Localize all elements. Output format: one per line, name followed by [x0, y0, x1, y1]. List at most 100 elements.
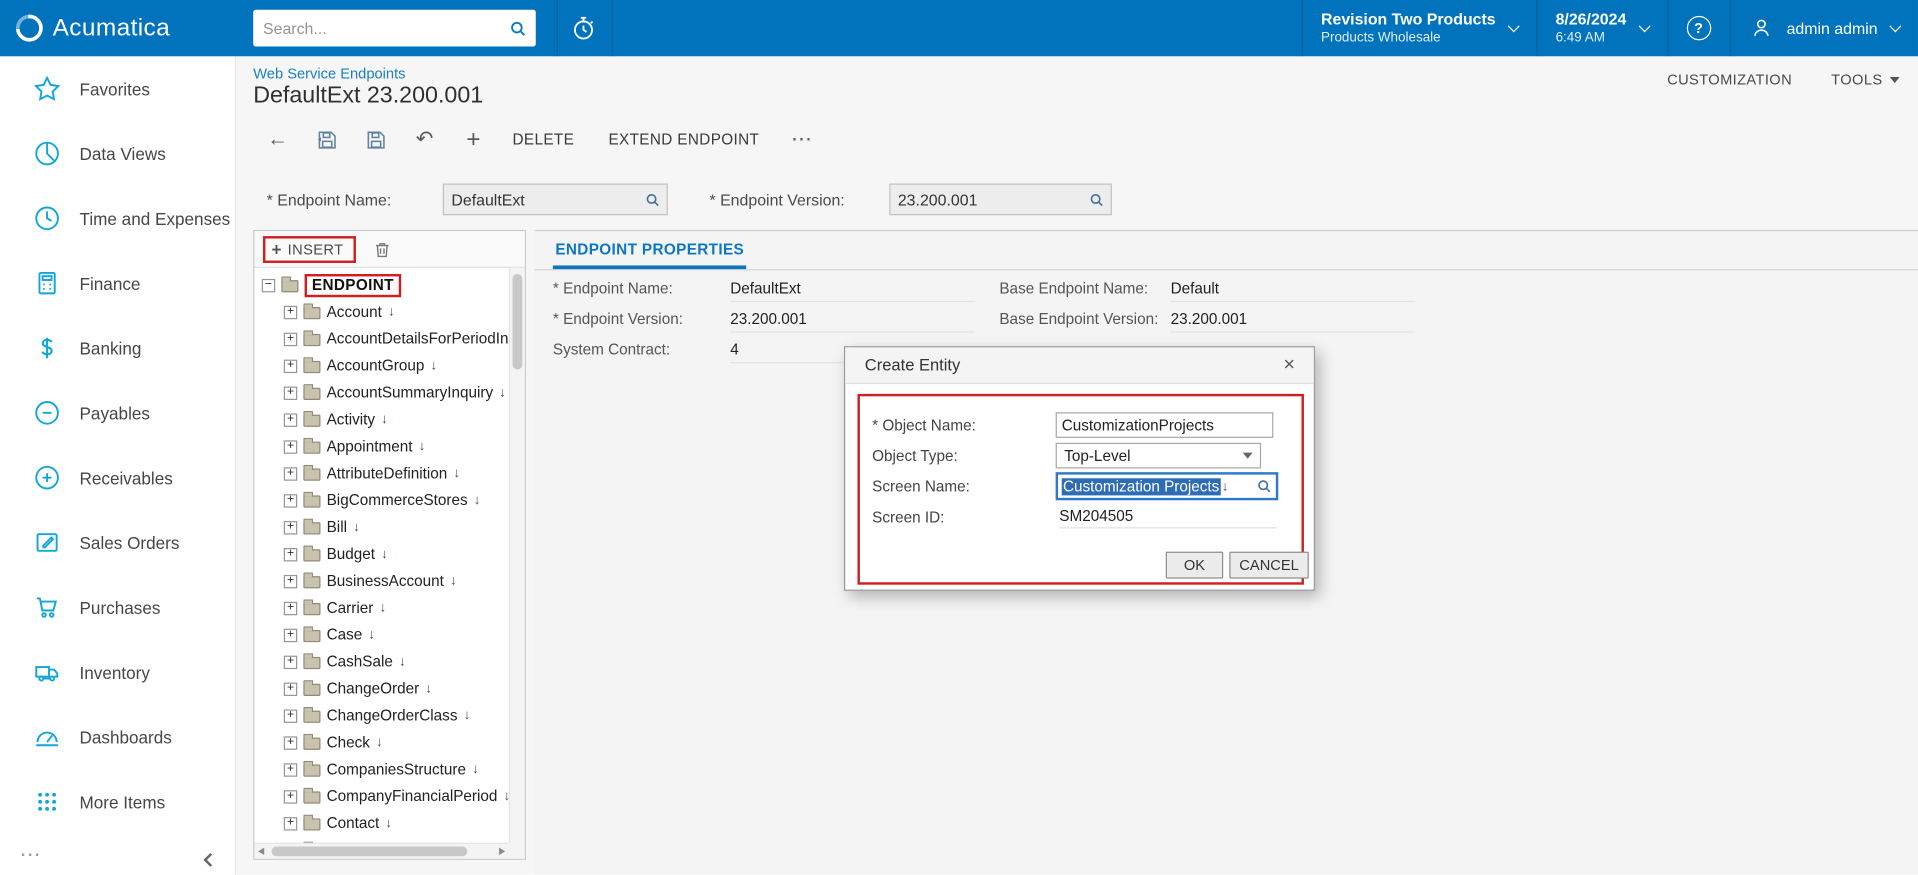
- sidebar-item-payables[interactable]: Payables: [0, 380, 235, 445]
- endpoint-version-input[interactable]: [890, 190, 1089, 209]
- expand-icon[interactable]: [283, 655, 298, 669]
- save-and-close-button[interactable]: [302, 129, 351, 150]
- stopwatch-icon[interactable]: [565, 11, 602, 45]
- screen-name-field[interactable]: Customization Projects ↓: [1055, 472, 1279, 501]
- tree-node[interactable]: Carrier ↓: [254, 594, 508, 621]
- tree-node[interactable]: Appointment ↓: [254, 433, 508, 460]
- tree-node[interactable]: AccountSummaryInquiry ↓: [254, 379, 508, 406]
- sidebar-item-dashboards[interactable]: Dashboards: [0, 705, 235, 770]
- tree-node[interactable]: BusinessAccount ↓: [254, 568, 508, 595]
- back-button[interactable]: ←: [253, 120, 302, 159]
- sidebar-item-banking[interactable]: Banking: [0, 316, 235, 381]
- magnifier-icon[interactable]: [1256, 478, 1272, 494]
- sidebar-item-data-views[interactable]: Data Views: [0, 121, 235, 186]
- company-branch-selector[interactable]: Revision Two Products Products Wholesale: [1301, 0, 1536, 57]
- delete-node-button[interactable]: [373, 239, 391, 259]
- magnifier-icon[interactable]: [1089, 191, 1105, 207]
- expand-icon[interactable]: [283, 816, 298, 830]
- tree-node[interactable]: AttributeDefinition ↓: [254, 460, 508, 487]
- help-button[interactable]: [1666, 0, 1729, 57]
- tree-node[interactable]: Activity ↓: [254, 406, 508, 433]
- sidebar-item-finance[interactable]: Finance: [0, 251, 235, 316]
- expand-icon[interactable]: [283, 708, 298, 723]
- tree-node[interactable]: Budget ↓: [254, 541, 508, 568]
- tree-node[interactable]: Bill ↓: [254, 514, 508, 541]
- tree-root-node[interactable]: ENDPOINT: [254, 272, 508, 299]
- scrollbar-thumb[interactable]: [512, 273, 523, 370]
- sidebar-item-receivables[interactable]: Receivables: [0, 445, 235, 510]
- undo-button[interactable]: ↶: [400, 120, 449, 159]
- object-name-input[interactable]: [1055, 412, 1274, 438]
- horizontal-scrollbar[interactable]: [254, 842, 509, 859]
- expand-icon[interactable]: [283, 547, 298, 561]
- vertical-scrollbar[interactable]: [508, 267, 525, 843]
- sidebar-item-sales-orders[interactable]: Sales Orders: [0, 510, 235, 575]
- collapse-icon[interactable]: [261, 278, 276, 292]
- expand-icon[interactable]: [283, 520, 298, 534]
- insert-record-button[interactable]: +: [449, 120, 498, 159]
- collapse-sidebar-icon[interactable]: [203, 852, 218, 867]
- sidebar-item-favorites[interactable]: Favorites: [0, 56, 235, 121]
- scroll-right-icon[interactable]: [499, 847, 506, 856]
- expand-icon[interactable]: [283, 385, 298, 400]
- tree-node[interactable]: ChangeOrderClass ↓: [254, 702, 508, 729]
- tools-menu[interactable]: TOOLS: [1831, 71, 1900, 88]
- tree-node[interactable]: Contact ↓: [254, 810, 508, 837]
- user-menu[interactable]: admin admin: [1729, 0, 1918, 57]
- expand-icon[interactable]: [283, 601, 298, 615]
- expand-icon[interactable]: [283, 789, 298, 804]
- expand-icon[interactable]: [283, 628, 298, 642]
- expand-icon[interactable]: [283, 681, 298, 696]
- tree-node[interactable]: Account ↓: [254, 298, 508, 325]
- endpoint-name-input[interactable]: [444, 190, 645, 209]
- acumatica-logo[interactable]: Acumatica: [10, 0, 170, 56]
- delete-button[interactable]: DELETE: [513, 131, 575, 148]
- sidebar-item-purchases[interactable]: Purchases: [0, 575, 235, 640]
- tab-endpoint-properties[interactable]: ENDPOINT PROPERTIES: [552, 232, 747, 270]
- expand-icon[interactable]: [283, 359, 298, 373]
- endpoint-name-field[interactable]: [442, 183, 668, 216]
- sidebar-item-more-items[interactable]: More Items: [0, 769, 235, 834]
- object-type-select[interactable]: Top-Level: [1055, 442, 1262, 469]
- tree-node[interactable]: BigCommerceStores ↓: [254, 487, 508, 514]
- tree-node[interactable]: AccountDetailsForPeriodInqui: [254, 325, 509, 352]
- expand-icon[interactable]: [283, 332, 298, 346]
- date-time-selector[interactable]: 8/26/2024 6:49 AM: [1536, 0, 1667, 57]
- global-search[interactable]: [253, 9, 536, 47]
- expand-icon[interactable]: [283, 412, 298, 427]
- expand-icon[interactable]: [283, 439, 298, 454]
- tree-node[interactable]: CompaniesStructure ↓: [254, 756, 508, 783]
- customization-menu[interactable]: CUSTOMIZATION: [1667, 71, 1792, 88]
- scroll-left-icon[interactable]: [258, 847, 265, 856]
- expand-icon[interactable]: [283, 466, 298, 481]
- sidebar-more-icon[interactable]: [20, 843, 41, 867]
- expand-icon[interactable]: [283, 574, 298, 588]
- expand-icon[interactable]: [283, 305, 298, 319]
- tree-node[interactable]: Case ↓: [254, 621, 508, 648]
- prop-endpoint-version-label: * Endpoint Version:: [552, 310, 683, 328]
- expand-icon[interactable]: [283, 762, 298, 777]
- sidebar-item-time-and-expenses[interactable]: Time and Expenses: [0, 186, 235, 251]
- ok-button[interactable]: OK: [1165, 551, 1224, 579]
- magnifier-icon[interactable]: [645, 191, 661, 207]
- save-button[interactable]: [351, 129, 400, 150]
- tree-node[interactable]: AccountGroup ↓: [254, 352, 508, 379]
- cancel-button[interactable]: CANCEL: [1229, 551, 1309, 579]
- extend-endpoint-button[interactable]: EXTEND ENDPOINT: [608, 131, 759, 148]
- search-icon[interactable]: [509, 19, 527, 37]
- toolbar-more-button[interactable]: ⋯: [791, 127, 812, 151]
- scrollbar-thumb[interactable]: [271, 846, 468, 857]
- insert-entity-button[interactable]: INSERT: [262, 235, 356, 263]
- tree-node[interactable]: Check ↓: [254, 729, 508, 756]
- expand-icon[interactable]: [283, 735, 298, 750]
- sidebar-item-inventory[interactable]: Inventory: [0, 640, 235, 705]
- expand-icon[interactable]: [283, 493, 298, 508]
- dialog-header[interactable]: Create Entity: [845, 347, 1314, 385]
- tree-node[interactable]: ChangeOrder ↓: [254, 675, 508, 702]
- search-input[interactable]: [253, 18, 509, 38]
- breadcrumb[interactable]: Web Service Endpoints: [253, 65, 405, 82]
- tree-node[interactable]: CashSale ↓: [254, 648, 508, 675]
- close-icon[interactable]: [1277, 353, 1301, 377]
- tree-node[interactable]: CompanyFinancialPeriod ↓: [254, 783, 509, 810]
- endpoint-version-field[interactable]: [889, 183, 1112, 216]
